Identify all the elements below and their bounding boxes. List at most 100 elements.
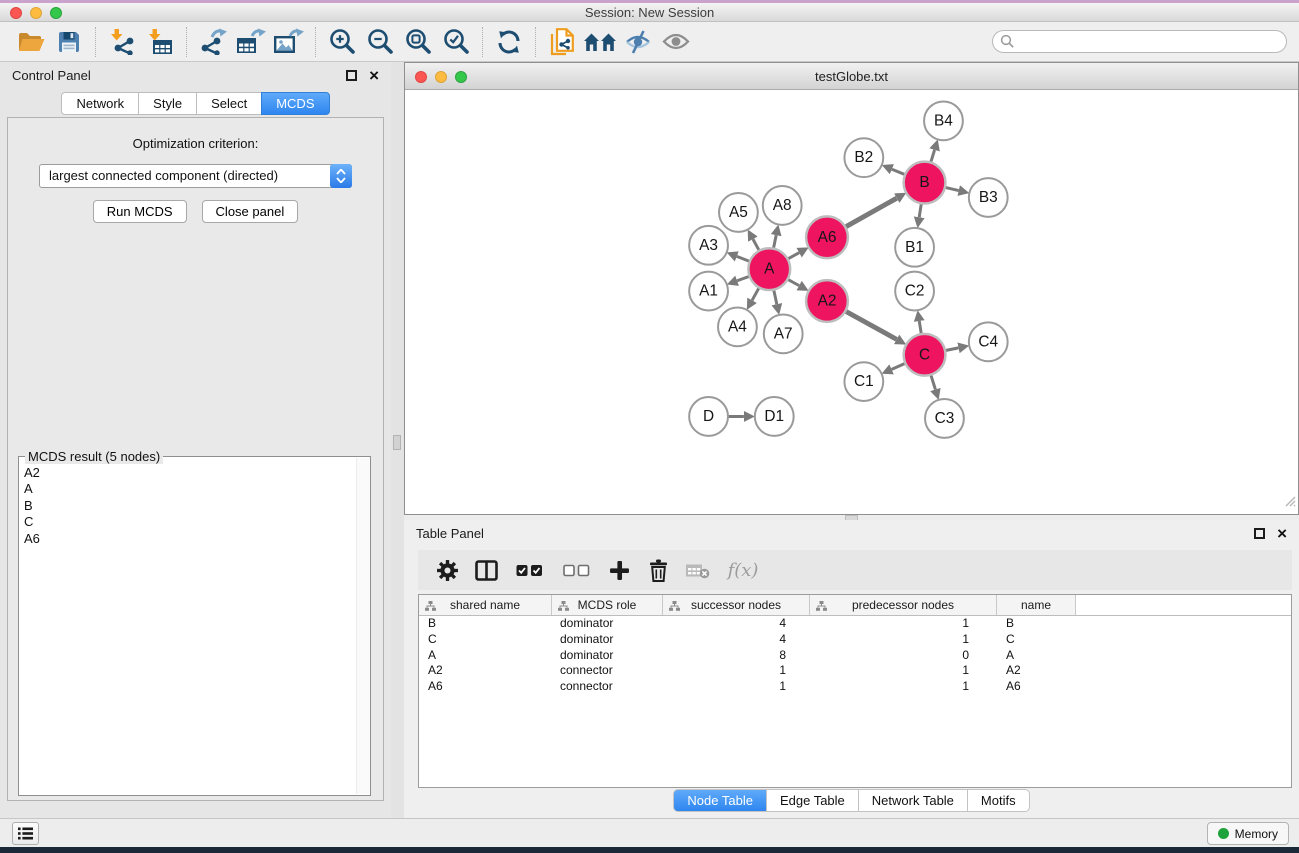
mcds-result-item[interactable]: A6 [24, 531, 368, 547]
memory-label: Memory [1235, 827, 1278, 841]
control-panel-title: Control Panel [12, 68, 91, 83]
hierarchy-icon [816, 600, 827, 614]
table-cell: 4 [663, 632, 810, 648]
maximize-window-icon[interactable] [50, 7, 62, 19]
open-session-icon[interactable] [12, 25, 50, 59]
zoom-in-icon[interactable] [323, 25, 361, 59]
scrollbar[interactable] [356, 458, 370, 794]
table-row[interactable]: A6connector11A6 [419, 679, 1291, 695]
graph-node-label: B4 [934, 112, 953, 129]
node-table: shared nameMCDS rolesuccessor nodesprede… [418, 594, 1292, 788]
run-mcds-button[interactable]: Run MCDS [93, 200, 187, 223]
column-header-name[interactable]: name [997, 595, 1076, 615]
float-panel-icon[interactable] [1254, 528, 1265, 539]
settings-gear-icon[interactable] [432, 555, 462, 585]
table-cell: 8 [663, 648, 810, 664]
show-all-icon[interactable] [657, 25, 695, 59]
two-houses-icon[interactable] [581, 25, 619, 59]
table-cell: B [997, 616, 1076, 632]
control-panel-tabs: NetworkStyleSelectMCDS [0, 92, 391, 115]
network-window-titlebar[interactable]: testGlobe.txt [405, 63, 1298, 90]
network-canvas[interactable]: B4B2BB3A8A5A6A3B1AA1C2A2A4A7C4CC1C3DD1 [405, 91, 1298, 514]
vertical-splitter[interactable] [391, 62, 404, 818]
refresh-icon[interactable] [490, 25, 528, 59]
graph-node-label: A6 [818, 229, 837, 246]
close-window-icon[interactable] [10, 7, 22, 19]
import-table-icon[interactable] [141, 25, 179, 59]
mcds-result-item[interactable]: B [24, 498, 368, 514]
zoom-out-icon[interactable] [361, 25, 399, 59]
select-stepper-icon[interactable] [330, 164, 352, 188]
close-panel-button[interactable]: Close panel [202, 200, 299, 223]
import-network-icon[interactable] [103, 25, 141, 59]
window-controls[interactable] [10, 7, 62, 19]
table-row[interactable]: Adominator80A [419, 648, 1291, 664]
optimization-criterion-label: Optimization criterion: [8, 136, 383, 151]
function-icon[interactable]: f(x) [721, 555, 765, 585]
clone-network-icon[interactable] [543, 25, 581, 59]
deselect-all-icon[interactable] [557, 555, 595, 585]
close-panel-icon[interactable]: × [369, 70, 379, 81]
tab-edge-table[interactable]: Edge Table [766, 789, 859, 812]
optimization-criterion-select[interactable]: largest connected component (directed) [39, 164, 352, 188]
select-all-icon[interactable] [510, 555, 548, 585]
zoom-selected-icon[interactable] [437, 25, 475, 59]
table-row[interactable]: A2connector11A2 [419, 663, 1291, 679]
task-history-button[interactable] [12, 822, 39, 845]
graph-node-label: A5 [729, 204, 748, 221]
mcds-result-item[interactable]: A [24, 481, 368, 497]
delete-table-icon[interactable] [682, 555, 712, 585]
table-cell: A [419, 648, 552, 664]
maximize-window-icon[interactable] [455, 71, 467, 83]
close-panel-icon[interactable]: × [1277, 528, 1287, 539]
hide-selected-icon[interactable] [619, 25, 657, 59]
column-header-shared-name[interactable]: shared name [419, 595, 552, 615]
save-session-icon[interactable] [50, 25, 88, 59]
minimize-window-icon[interactable] [30, 7, 42, 19]
column-header-predecessor-nodes[interactable]: predecessor nodes [810, 595, 997, 615]
delete-icon[interactable] [643, 555, 673, 585]
export-image-icon[interactable] [270, 25, 308, 59]
desktop-background-strip [0, 847, 1299, 853]
split-panel-icon[interactable] [471, 555, 501, 585]
zoom-fit-icon[interactable] [399, 25, 437, 59]
graph-node-label: B3 [979, 189, 998, 206]
table-row[interactable]: Bdominator41B [419, 616, 1291, 632]
graph-node-label: C2 [905, 283, 925, 300]
float-panel-icon[interactable] [346, 70, 357, 81]
resize-grip-icon[interactable] [1283, 494, 1296, 512]
search-input[interactable] [992, 30, 1287, 53]
minimize-window-icon[interactable] [435, 71, 447, 83]
graph-node-label: A2 [818, 293, 837, 310]
close-window-icon[interactable] [415, 71, 427, 83]
column-header-mcds-role[interactable]: MCDS role [552, 595, 663, 615]
graph-node-label: A8 [773, 197, 792, 214]
tab-node-table[interactable]: Node Table [673, 789, 767, 812]
export-table-icon[interactable] [232, 25, 270, 59]
tab-mcds[interactable]: MCDS [261, 92, 329, 115]
table-cell: C [419, 632, 552, 648]
column-header-successor-nodes[interactable]: successor nodes [663, 595, 810, 615]
export-network-icon[interactable] [194, 25, 232, 59]
table-row[interactable]: Cdominator41C [419, 632, 1291, 648]
graph-node-label: C [919, 346, 930, 363]
table-cell: connector [552, 663, 663, 679]
table-cell: A2 [419, 663, 552, 679]
table-cell: A6 [997, 679, 1076, 695]
optimization-criterion-value: largest connected component (directed) [49, 168, 278, 183]
table-cell: A2 [997, 663, 1076, 679]
mcds-result-item[interactable]: C [24, 514, 368, 530]
tab-select[interactable]: Select [196, 92, 262, 115]
memory-button[interactable]: Memory [1207, 822, 1289, 845]
add-column-icon[interactable] [604, 555, 634, 585]
table-cell: 1 [663, 663, 810, 679]
tab-network[interactable]: Network [61, 92, 139, 115]
tab-network-table[interactable]: Network Table [858, 789, 968, 812]
mcds-result-item[interactable]: A2 [24, 465, 368, 481]
splitter-handle[interactable] [393, 435, 401, 450]
tab-style[interactable]: Style [138, 92, 197, 115]
tab-motifs[interactable]: Motifs [967, 789, 1030, 812]
toolbar-separator [535, 27, 536, 57]
graph-node-label: B2 [854, 149, 873, 166]
toolbar-separator [315, 27, 316, 57]
